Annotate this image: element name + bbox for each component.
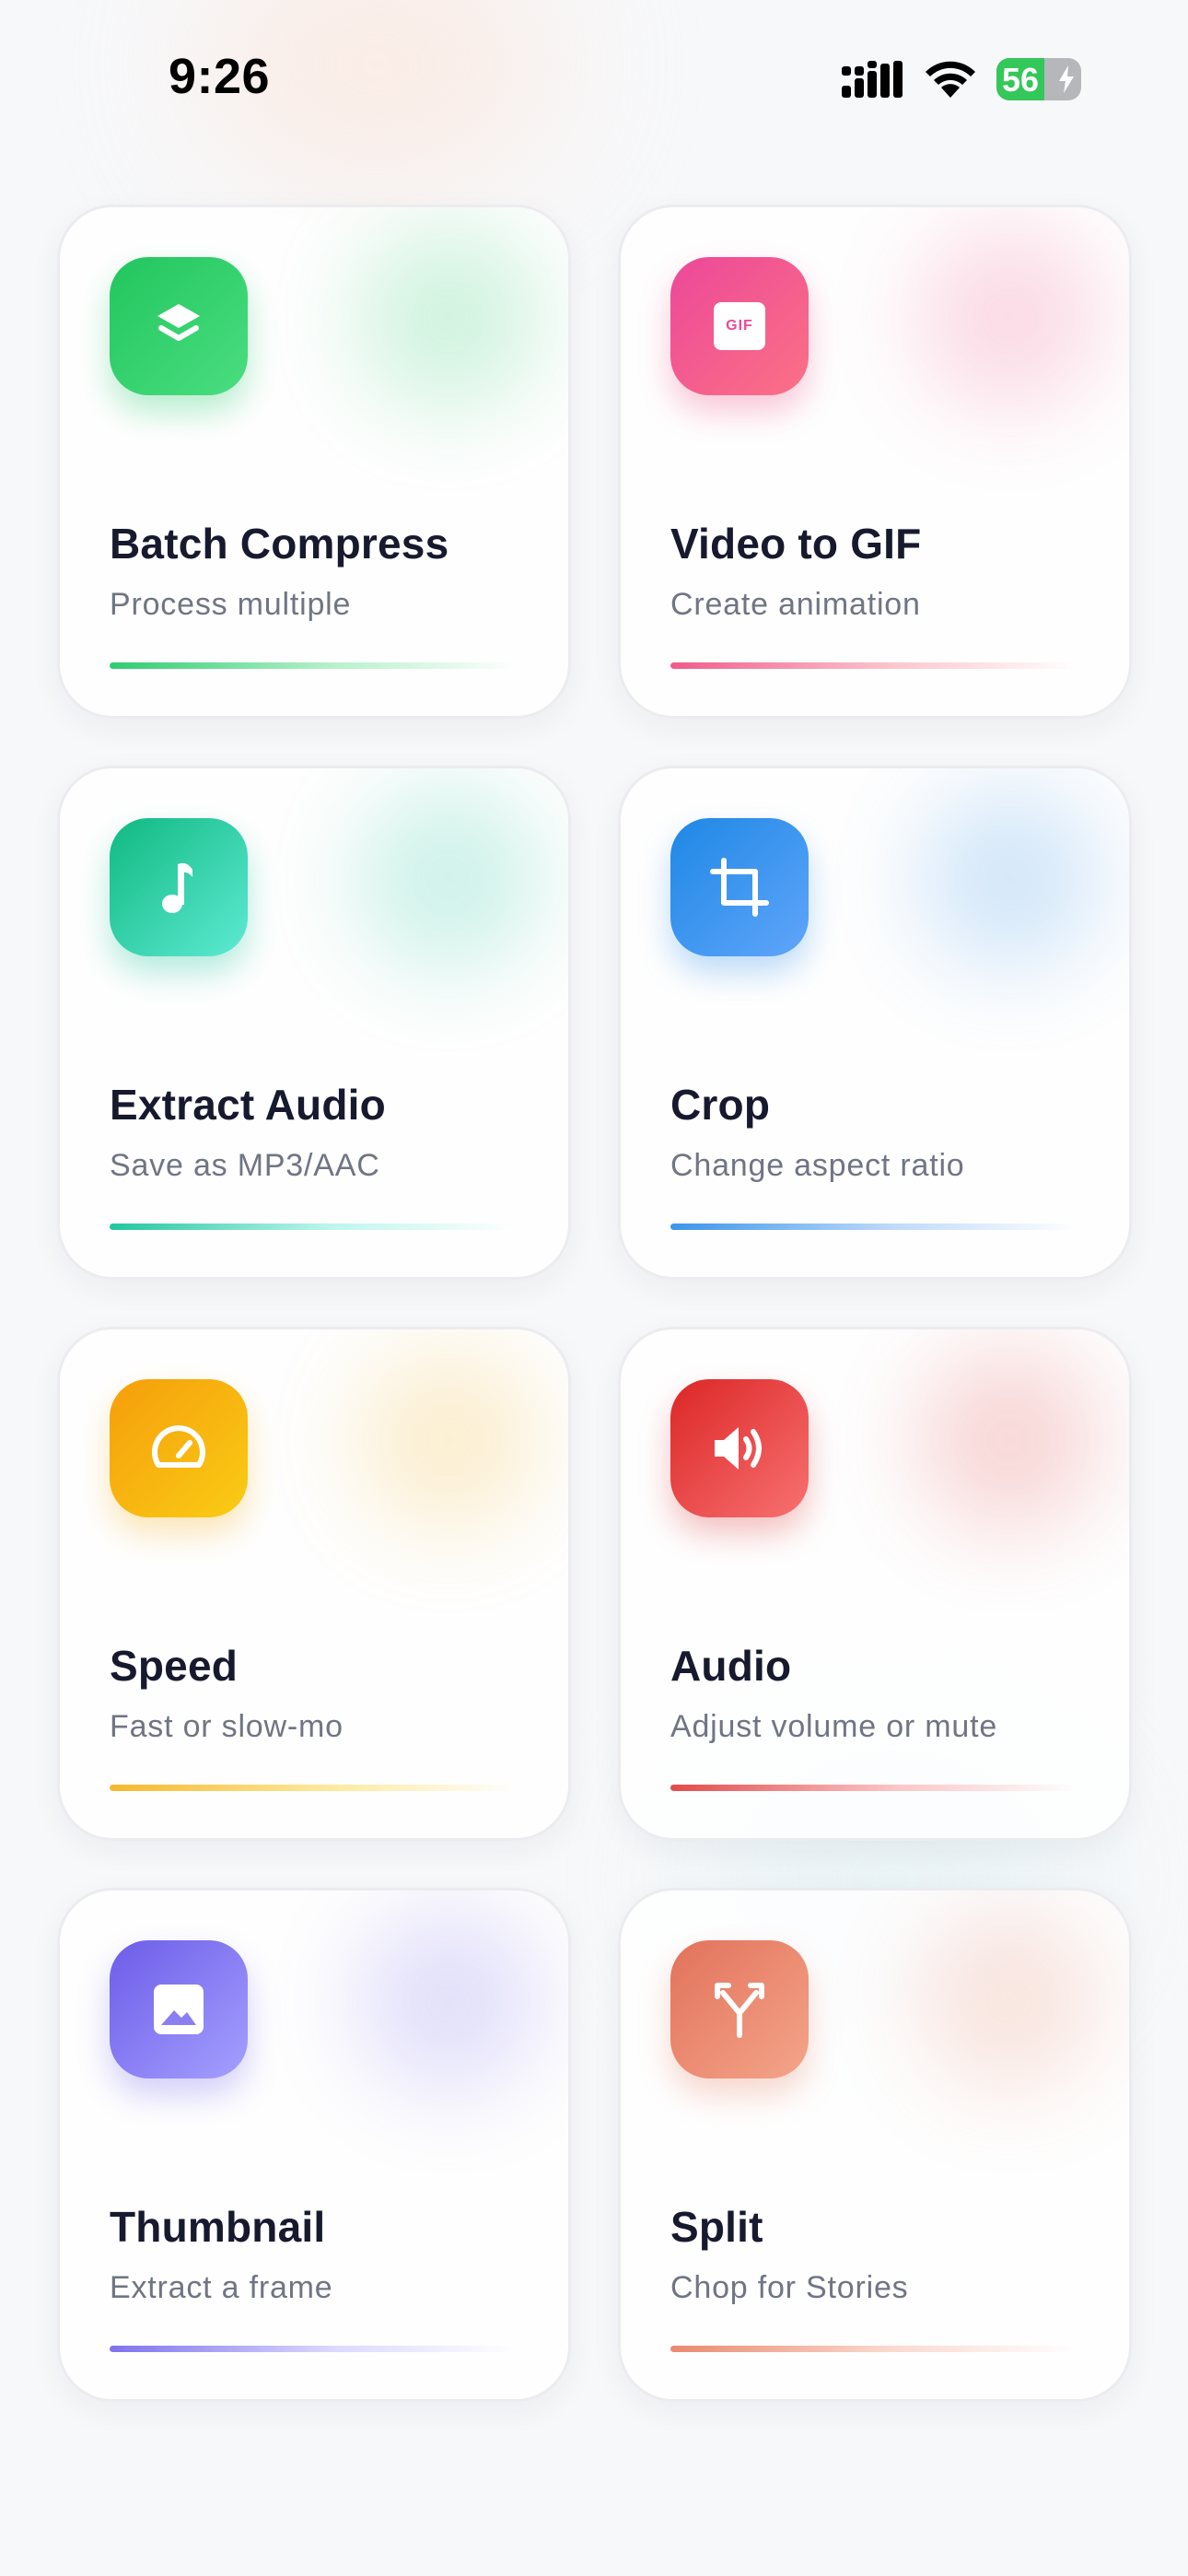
tool-card-extract-audio[interactable]: Extract Audio Save as MP3/AAC bbox=[57, 766, 571, 1280]
icon-tile bbox=[670, 1379, 809, 1517]
status-bar: 9:26 56 bbox=[0, 0, 1188, 157]
icon-tile bbox=[670, 818, 809, 956]
card-glow bbox=[917, 1348, 1101, 1532]
tools-grid: Batch Compress Process multiple GIF Vide… bbox=[57, 205, 1132, 2402]
icon-tile bbox=[110, 257, 248, 395]
card-glow bbox=[917, 1909, 1101, 2093]
charging-bolt-icon bbox=[1059, 65, 1074, 93]
card-title: Audio bbox=[670, 1642, 792, 1690]
accent-bar bbox=[110, 2346, 515, 2352]
cellular-signal-icon bbox=[842, 61, 903, 98]
card-subtitle: Adjust volume or mute bbox=[670, 1709, 998, 1744]
icon-tile bbox=[670, 1940, 809, 2078]
speedometer-icon bbox=[152, 1425, 205, 1468]
tool-card-audio[interactable]: Audio Adjust volume or mute bbox=[618, 1327, 1132, 1841]
tool-card-thumbnail[interactable]: Thumbnail Extract a frame bbox=[57, 1888, 571, 2402]
music-note-icon bbox=[162, 862, 192, 913]
card-subtitle: Process multiple bbox=[110, 587, 352, 622]
card-glow bbox=[917, 787, 1101, 971]
card-title: Batch Compress bbox=[110, 520, 449, 568]
split-icon bbox=[715, 1983, 764, 2038]
tool-card-split[interactable]: Split Chop for Stories bbox=[618, 1888, 1132, 2402]
icon-tile bbox=[110, 1379, 248, 1517]
accent-bar bbox=[670, 1785, 1076, 1791]
status-time: 9:26 bbox=[169, 49, 271, 104]
card-title: Speed bbox=[110, 1642, 239, 1690]
speaker-icon bbox=[715, 1427, 762, 1469]
card-glow bbox=[356, 226, 541, 410]
tool-card-video-to-gif[interactable]: GIF Video to GIF Create animation bbox=[618, 205, 1132, 719]
battery-indicator: 56 bbox=[996, 58, 1081, 100]
accent-bar bbox=[670, 2346, 1076, 2352]
icon-tile bbox=[110, 1940, 248, 2078]
accent-bar bbox=[110, 1785, 515, 1791]
card-title: Crop bbox=[670, 1081, 771, 1129]
gif-icon: GIF bbox=[714, 302, 765, 350]
layers-icon bbox=[157, 304, 200, 341]
card-glow bbox=[356, 1909, 541, 2093]
card-glow bbox=[917, 226, 1101, 410]
image-icon bbox=[154, 1985, 204, 2034]
accent-bar bbox=[670, 662, 1076, 669]
accent-bar bbox=[670, 1224, 1076, 1230]
tool-card-speed[interactable]: Speed Fast or slow-mo bbox=[57, 1327, 571, 1841]
crop-icon bbox=[710, 858, 769, 917]
card-subtitle: Save as MP3/AAC bbox=[110, 1148, 380, 1183]
gif-icon-label: GIF bbox=[726, 318, 753, 334]
card-subtitle: Create animation bbox=[670, 587, 921, 622]
wifi-icon bbox=[926, 61, 975, 98]
battery-level: 56 bbox=[1002, 61, 1040, 99]
card-subtitle: Fast or slow-mo bbox=[110, 1709, 344, 1744]
tool-card-crop[interactable]: Crop Change aspect ratio bbox=[618, 766, 1132, 1280]
tool-card-batch-compress[interactable]: Batch Compress Process multiple bbox=[57, 205, 571, 719]
accent-bar bbox=[110, 1224, 515, 1230]
card-glow bbox=[356, 1348, 541, 1532]
card-title: Extract Audio bbox=[110, 1081, 386, 1129]
accent-bar bbox=[110, 662, 515, 669]
card-glow bbox=[356, 787, 541, 971]
card-title: Video to GIF bbox=[670, 520, 922, 568]
icon-tile bbox=[110, 818, 248, 956]
card-title: Split bbox=[670, 2203, 763, 2251]
card-subtitle: Chop for Stories bbox=[670, 2270, 909, 2305]
icon-tile: GIF bbox=[670, 257, 809, 395]
card-subtitle: Extract a frame bbox=[110, 2270, 333, 2305]
card-subtitle: Change aspect ratio bbox=[670, 1148, 965, 1183]
card-title: Thumbnail bbox=[110, 2203, 326, 2251]
